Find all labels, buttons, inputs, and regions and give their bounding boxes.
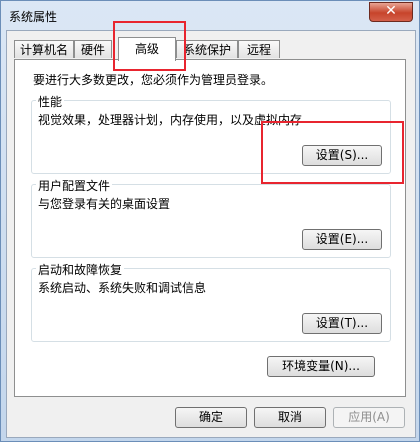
performance-desc: 视觉效果，处理器计划，内存使用，以及虚拟内存 [38,113,303,127]
performance-title: 性能 [36,93,65,110]
admin-note: 要进行大多数更改，您必须作为管理员登录。 [33,73,274,87]
tab-system-protection[interactable]: 系统保护 [176,40,238,58]
tab-computer-name[interactable]: 计算机名 [14,40,74,58]
advanced-panel: 要进行大多数更改，您必须作为管理员登录。 性能 视觉效果，处理器计划，内存使用，… [14,59,406,397]
apply-button[interactable]: 应用(A) [333,407,405,428]
environment-variables-button[interactable]: 环境变量(N)... [267,356,375,377]
dialog-client: 计算机名 硬件 高级 系统保护 远程 要进行大多数更改，您必须作为管理员登录。 … [6,30,416,438]
tab-remote[interactable]: 远程 [238,40,280,58]
startup-recovery-title: 启动和故障恢复 [36,261,125,278]
performance-group: 性能 视觉效果，处理器计划，内存使用，以及虚拟内存 设置(S)... [31,93,391,174]
cancel-button[interactable]: 取消 [254,407,326,428]
tab-advanced[interactable]: 高级 [118,37,176,61]
user-profiles-settings-button[interactable]: 设置(E)... [302,229,382,250]
ok-button[interactable]: 确定 [175,407,247,428]
system-properties-window: 系统属性 ✕ 计算机名 硬件 高级 系统保护 远程 要进行大多数更改，您必须作为… [0,0,420,442]
title-bar[interactable]: 系统属性 ✕ [1,1,419,29]
user-profiles-desc: 与您登录有关的桌面设置 [38,197,171,211]
window-title: 系统属性 [9,10,58,24]
user-profiles-group: 用户配置文件 与您登录有关的桌面设置 设置(E)... [31,177,391,258]
tab-hardware[interactable]: 硬件 [74,40,112,58]
performance-settings-button[interactable]: 设置(S)... [302,145,382,166]
startup-recovery-settings-button[interactable]: 设置(T)... [302,313,382,334]
user-profiles-title: 用户配置文件 [36,177,113,194]
close-icon[interactable]: ✕ [369,2,413,22]
startup-recovery-desc: 系统启动、系统失败和调试信息 [38,281,207,295]
startup-recovery-group: 启动和故障恢复 系统启动、系统失败和调试信息 设置(T)... [31,261,391,342]
